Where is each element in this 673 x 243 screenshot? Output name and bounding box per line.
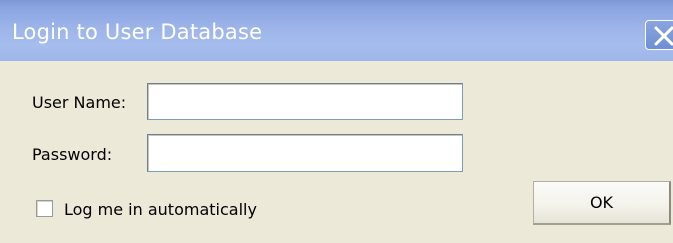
window-title: Login to User Database: [12, 20, 263, 44]
close-button[interactable]: [645, 20, 673, 50]
close-icon: [654, 26, 673, 46]
username-input[interactable]: [147, 83, 463, 120]
password-label: Password:: [32, 145, 113, 164]
title-bar[interactable]: Login to User Database: [0, 0, 673, 61]
auto-login-label[interactable]: Log me in automatically: [64, 200, 257, 219]
ok-button[interactable]: OK: [533, 181, 671, 225]
auto-login-checkbox[interactable]: [36, 200, 53, 217]
password-input[interactable]: [147, 134, 463, 172]
login-dialog: Login to User Database User Name: Passwo…: [0, 0, 673, 243]
username-label: User Name:: [32, 93, 127, 112]
